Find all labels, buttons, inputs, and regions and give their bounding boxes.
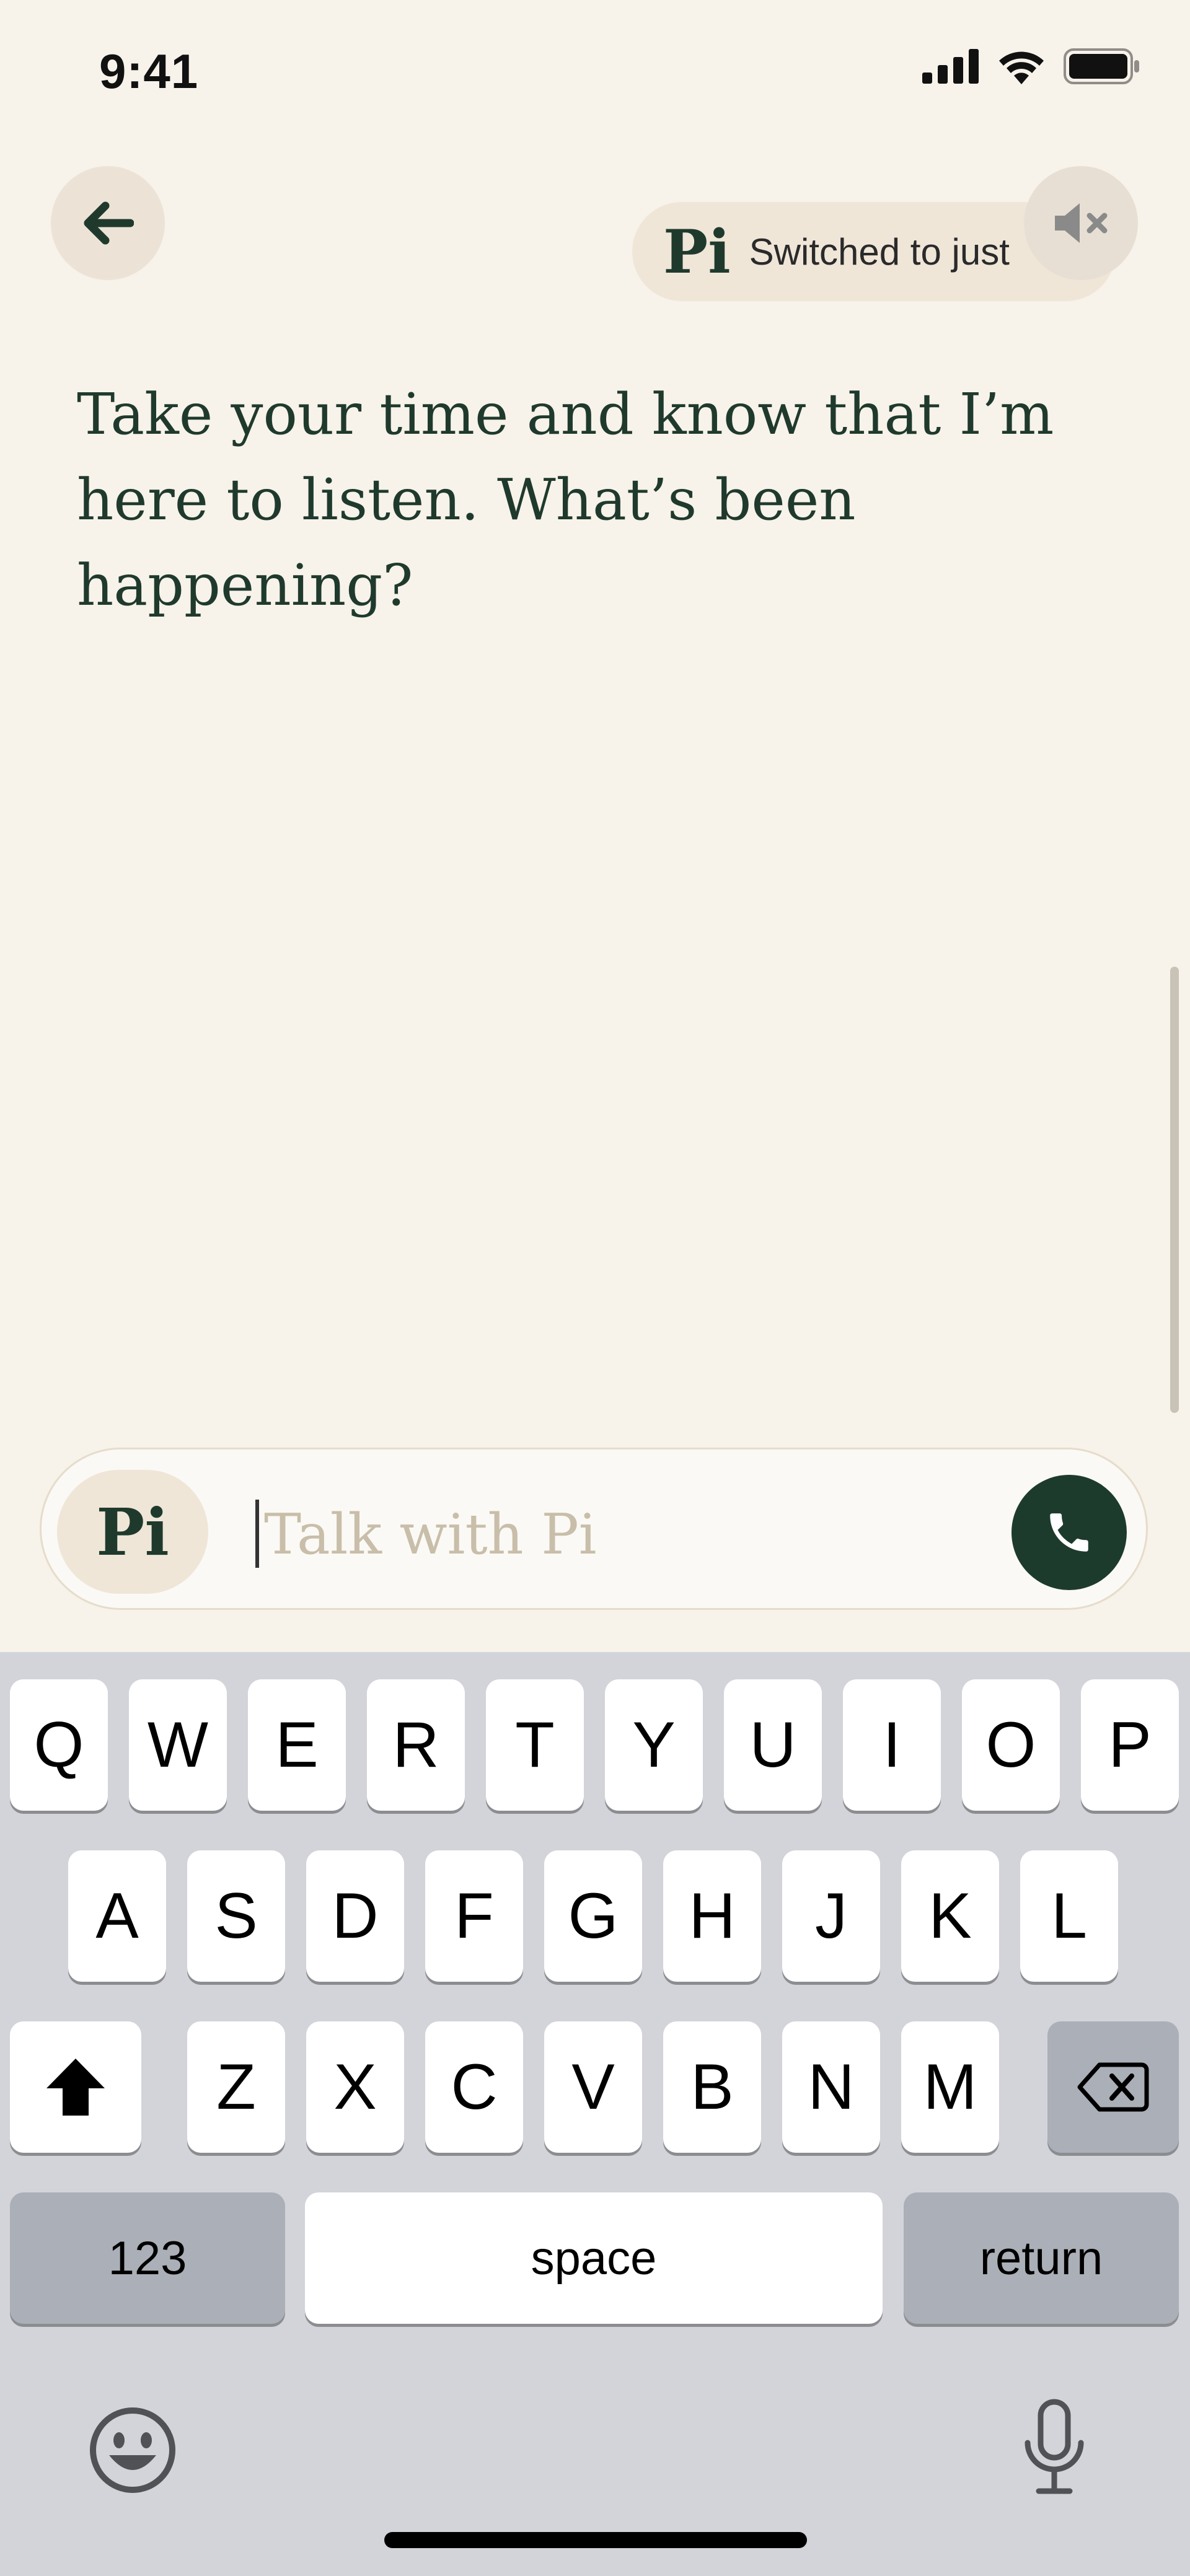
delete-key[interactable]: [1047, 2021, 1179, 2153]
key-t[interactable]: T: [486, 1679, 584, 1811]
key-h[interactable]: H: [663, 1850, 761, 1982]
key-s[interactable]: S: [187, 1850, 285, 1982]
text-caret: [255, 1500, 259, 1568]
wifi-icon: [999, 51, 1044, 84]
key-l[interactable]: L: [1020, 1850, 1118, 1982]
pi-menu-button[interactable]: Pi: [57, 1470, 208, 1594]
phone-icon: [1050, 1513, 1088, 1552]
dictation-button[interactable]: [1020, 2398, 1088, 2500]
key-n[interactable]: N: [782, 2021, 880, 2153]
space-key[interactable]: space: [305, 2192, 883, 2324]
key-i[interactable]: I: [843, 1679, 941, 1811]
key-z[interactable]: Z: [187, 2021, 285, 2153]
key-j[interactable]: J: [782, 1850, 880, 1982]
numbers-key[interactable]: 123: [10, 2192, 285, 2324]
key-v[interactable]: V: [544, 2021, 642, 2153]
key-f[interactable]: F: [425, 1850, 523, 1982]
speaker-muted-icon: [1055, 203, 1108, 243]
key-k[interactable]: K: [901, 1850, 999, 1982]
scrollbar[interactable]: [1170, 967, 1179, 1413]
assistant-message: Take your time and know that I’m here to…: [77, 381, 1054, 618]
battery-icon: [1064, 48, 1139, 84]
emoji-button[interactable]: [87, 2404, 178, 2499]
key-u[interactable]: U: [724, 1679, 822, 1811]
key-g[interactable]: G: [544, 1850, 642, 1982]
key-c[interactable]: C: [425, 2021, 523, 2153]
key-e[interactable]: E: [248, 1679, 346, 1811]
toast-text: Switched to just: [749, 231, 1010, 273]
shift-key[interactable]: [10, 2021, 141, 2153]
key-a[interactable]: A: [68, 1850, 166, 1982]
call-button[interactable]: [1011, 1475, 1127, 1590]
pi-logo: Pi: [663, 216, 731, 287]
key-m[interactable]: M: [901, 2021, 999, 2153]
back-button[interactable]: [51, 166, 165, 280]
key-w[interactable]: W: [129, 1679, 227, 1811]
key-x[interactable]: X: [306, 2021, 404, 2153]
cellular-signal-icon: [922, 49, 979, 84]
key-y[interactable]: Y: [605, 1679, 703, 1811]
arrow-left-icon: [84, 201, 134, 245]
key-d[interactable]: D: [306, 1850, 404, 1982]
key-p[interactable]: P: [1081, 1679, 1179, 1811]
key-q[interactable]: Q: [10, 1679, 108, 1811]
key-r[interactable]: R: [367, 1679, 465, 1811]
backspace-icon: [1077, 2062, 1149, 2112]
status-time: 9:41: [99, 44, 199, 99]
emoji-icon: [90, 2407, 175, 2493]
message-input[interactable]: [263, 1487, 997, 1581]
key-b[interactable]: B: [663, 2021, 761, 2153]
mute-button[interactable]: [1024, 166, 1138, 280]
shift-icon: [46, 2059, 105, 2116]
key-o[interactable]: O: [962, 1679, 1060, 1811]
status-icons: [922, 48, 1140, 84]
home-indicator: [384, 2532, 807, 2548]
keyboard: Q W E R T Y U I O P A S D F G H J K L Z …: [0, 1652, 1190, 2576]
microphone-icon: [1025, 2399, 1084, 2494]
return-key[interactable]: return: [904, 2192, 1179, 2324]
